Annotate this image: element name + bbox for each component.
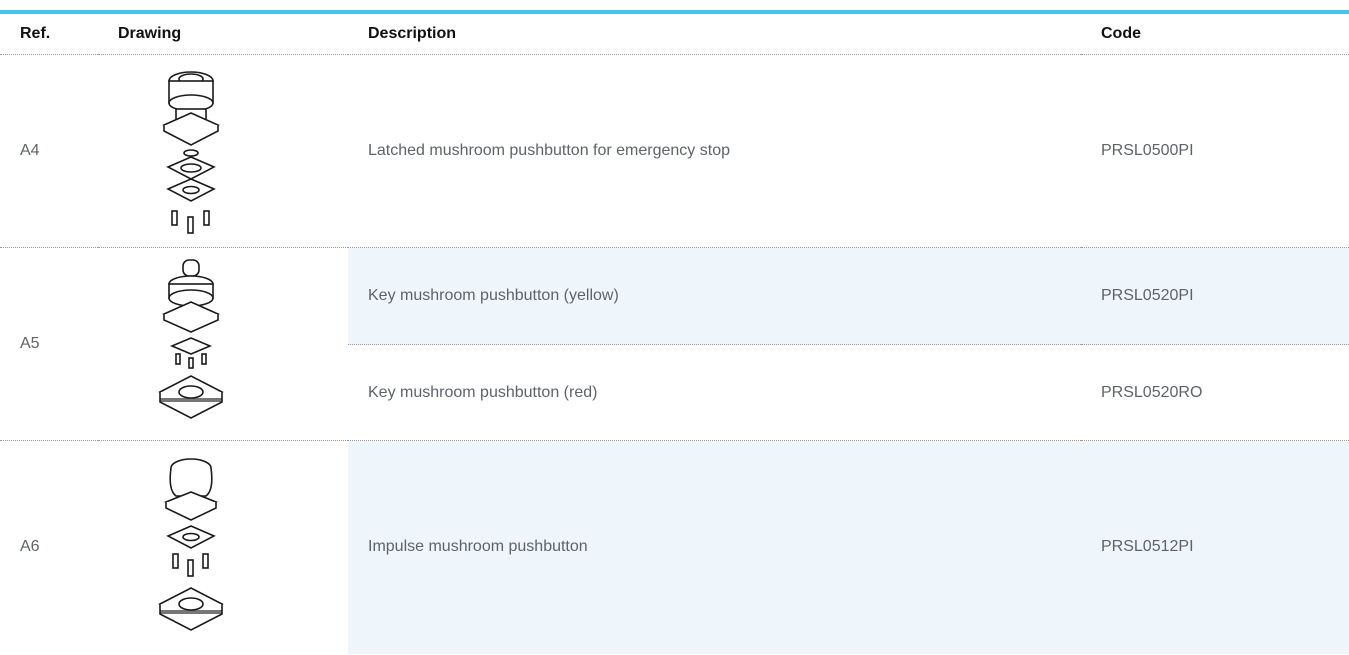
latched-mushroom-pushbutton-drawing: [162, 71, 220, 234]
table-header-row: Ref. Drawing Description Code: [0, 14, 1349, 55]
code-cell: PRSL0520RO: [1081, 344, 1349, 441]
header-ref: Ref.: [0, 14, 98, 55]
table-row: A5 Key mushroom pushbutton (yellow) PRSL…: [0, 247, 1349, 441]
code-cell: PRSL0512PI: [1081, 440, 1349, 654]
drawing-cell: [98, 54, 348, 248]
description-cell: Key mushroom pushbutton (yellow): [348, 247, 1081, 345]
table-row: A4 Latched mushroom pushbutton for emerg…: [0, 54, 1349, 248]
key-mushroom-pushbutton-drawing: [158, 259, 224, 419]
drawing-cell: [98, 441, 348, 654]
header-drawing: Drawing: [98, 14, 348, 55]
table-row: A6 Impulse mushroom pushbutton PRSL0512P…: [0, 440, 1349, 654]
ref-cell: A4: [0, 54, 98, 248]
drawing-cell: [98, 247, 348, 441]
ref-cell: A5: [0, 247, 98, 441]
code-cell: PRSL0520PI: [1081, 247, 1349, 345]
header-description: Description: [348, 14, 1081, 55]
impulse-mushroom-pushbutton-drawing: [158, 457, 224, 631]
description-cell: Impulse mushroom pushbutton: [348, 440, 1081, 654]
description-cell: Latched mushroom pushbutton for emergenc…: [348, 54, 1081, 248]
description-cell: Key mushroom pushbutton (red): [348, 344, 1081, 441]
parts-table: Ref. Drawing Description Code A4 Latched…: [0, 14, 1349, 654]
header-code: Code: [1081, 14, 1349, 55]
ref-cell: A6: [20, 538, 40, 556]
code-cell: PRSL0500PI: [1081, 54, 1349, 248]
